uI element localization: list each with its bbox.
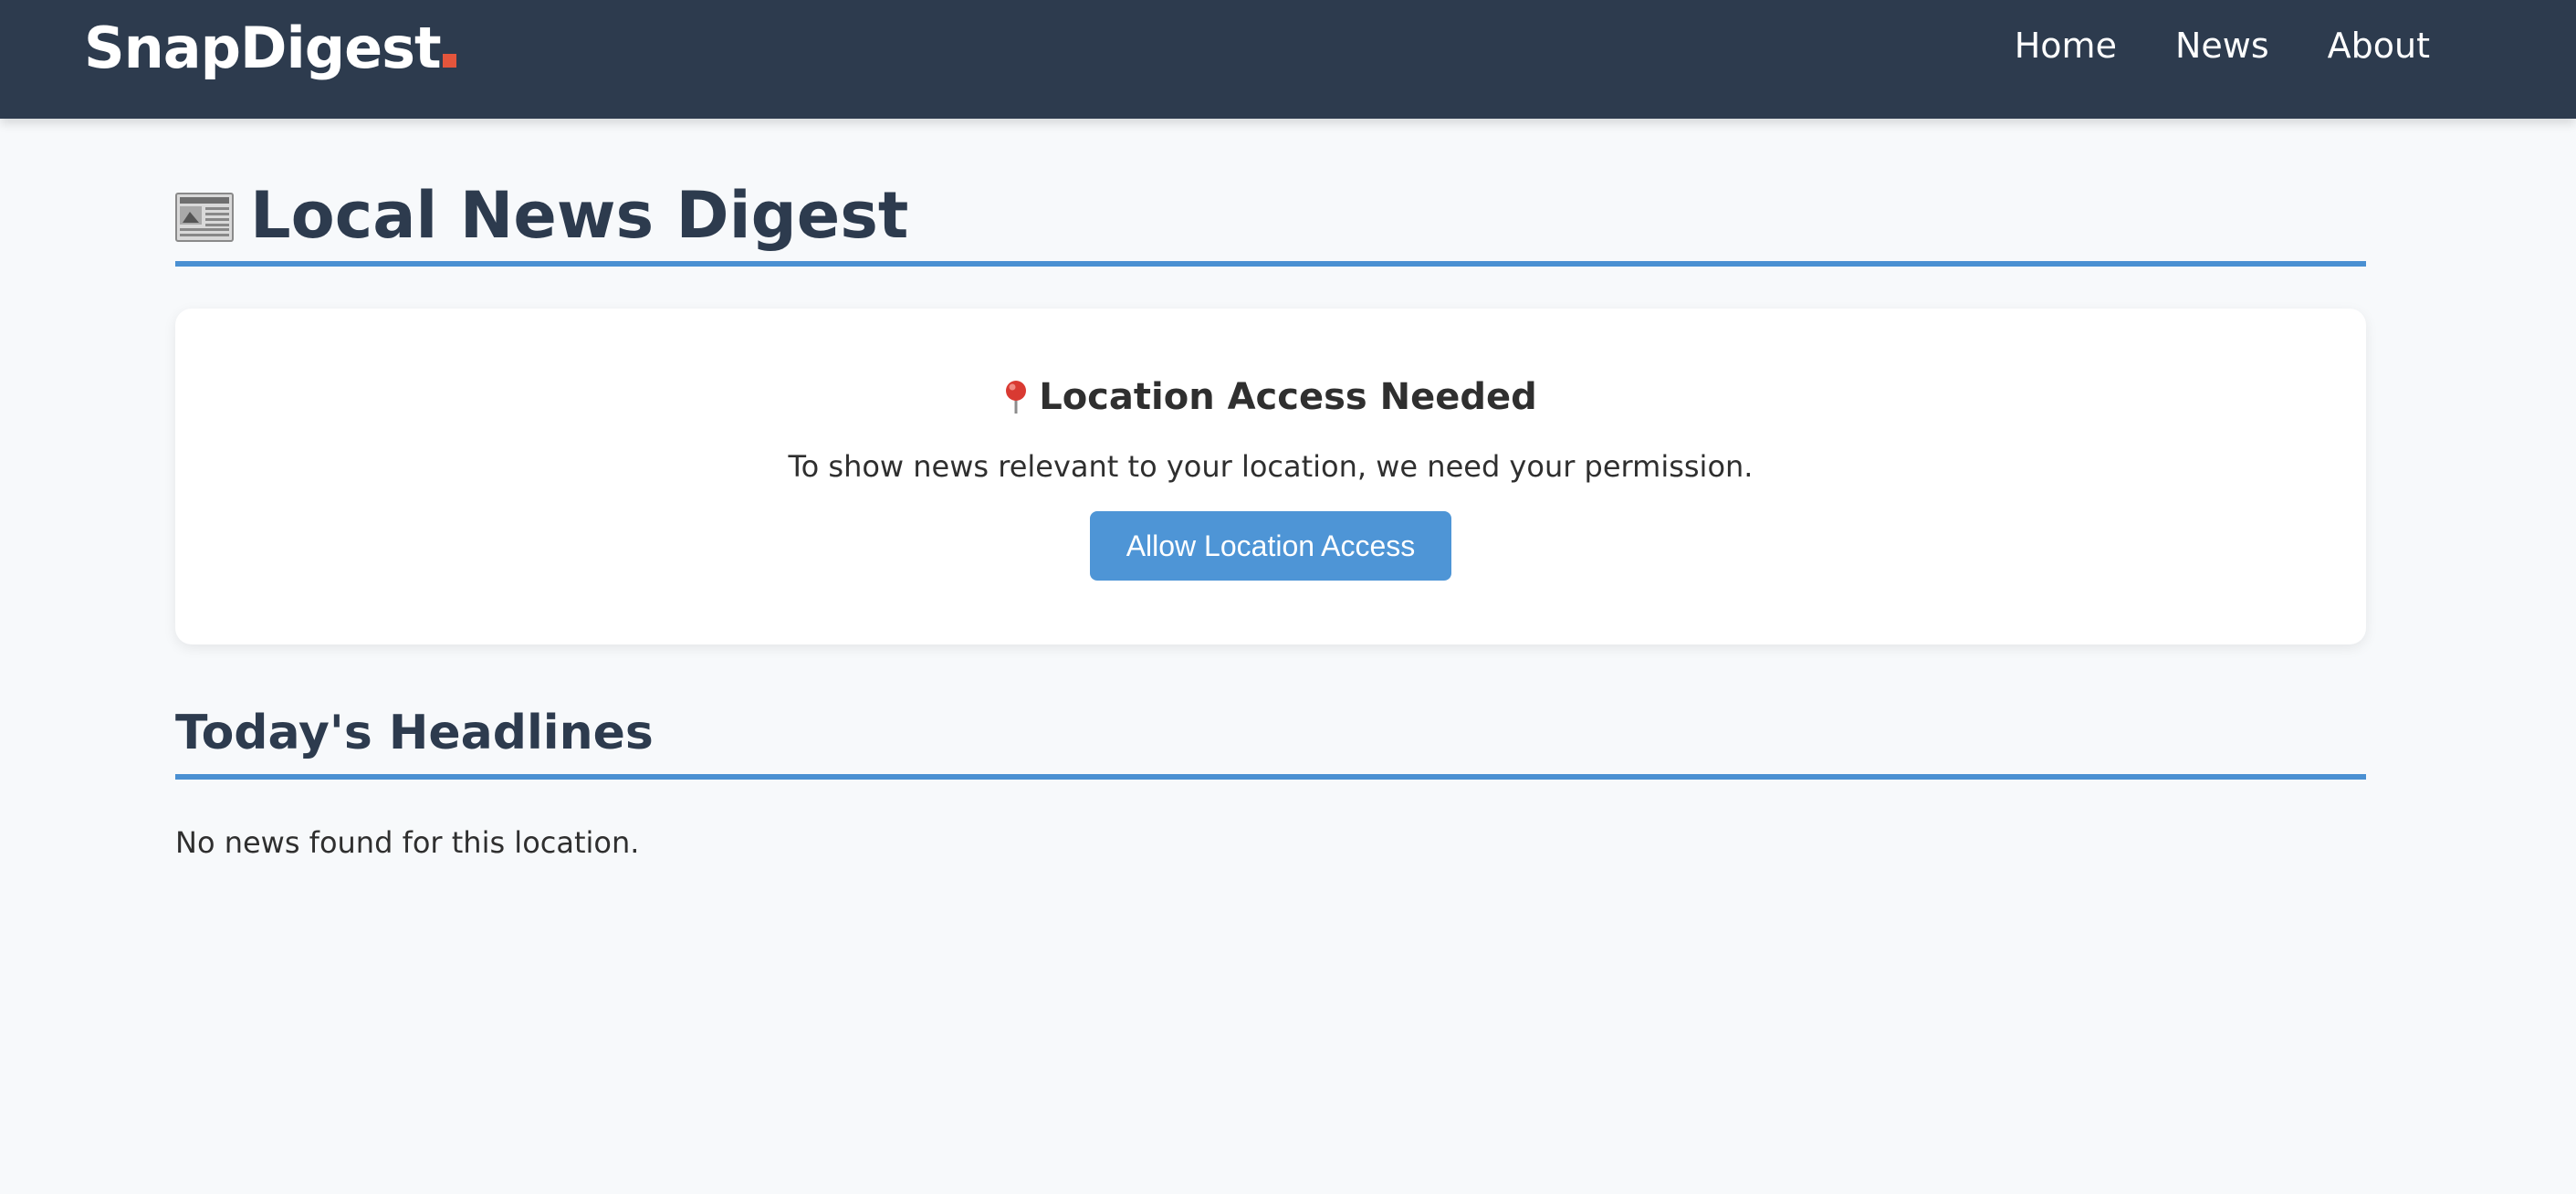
headlines-heading: Today's Headlines <box>175 706 654 760</box>
page-title: Local News Digest <box>175 170 2366 261</box>
brand-logo[interactable]: SnapDigest <box>84 15 456 81</box>
pin-icon <box>1006 381 1027 414</box>
allow-location-button[interactable]: Allow Location Access <box>1090 511 1451 581</box>
title-divider <box>175 261 2366 267</box>
top-navigation-bar: SnapDigest Home News About <box>0 0 2576 119</box>
main-nav: Home News About <box>2015 26 2430 66</box>
nav-link-home[interactable]: Home <box>2015 26 2117 66</box>
location-permission-card: Location Access Needed To show news rele… <box>175 309 2366 644</box>
location-card-heading: Location Access Needed <box>1004 376 1537 418</box>
headlines-divider <box>175 774 2366 780</box>
main-content: Local News Digest Location Access Needed… <box>175 170 2366 860</box>
no-news-message: No news found for this location. <box>175 825 640 860</box>
brand-name: SnapDigest <box>84 15 442 81</box>
page-title-text: Local News Digest <box>250 178 909 253</box>
location-card-title: Location Access Needed <box>1039 376 1537 418</box>
brand-dot <box>442 54 456 68</box>
newspaper-icon <box>175 193 234 242</box>
nav-link-about[interactable]: About <box>2328 26 2430 66</box>
nav-link-news[interactable]: News <box>2175 26 2269 66</box>
location-card-message: To show news relevant to your location, … <box>788 449 1754 484</box>
